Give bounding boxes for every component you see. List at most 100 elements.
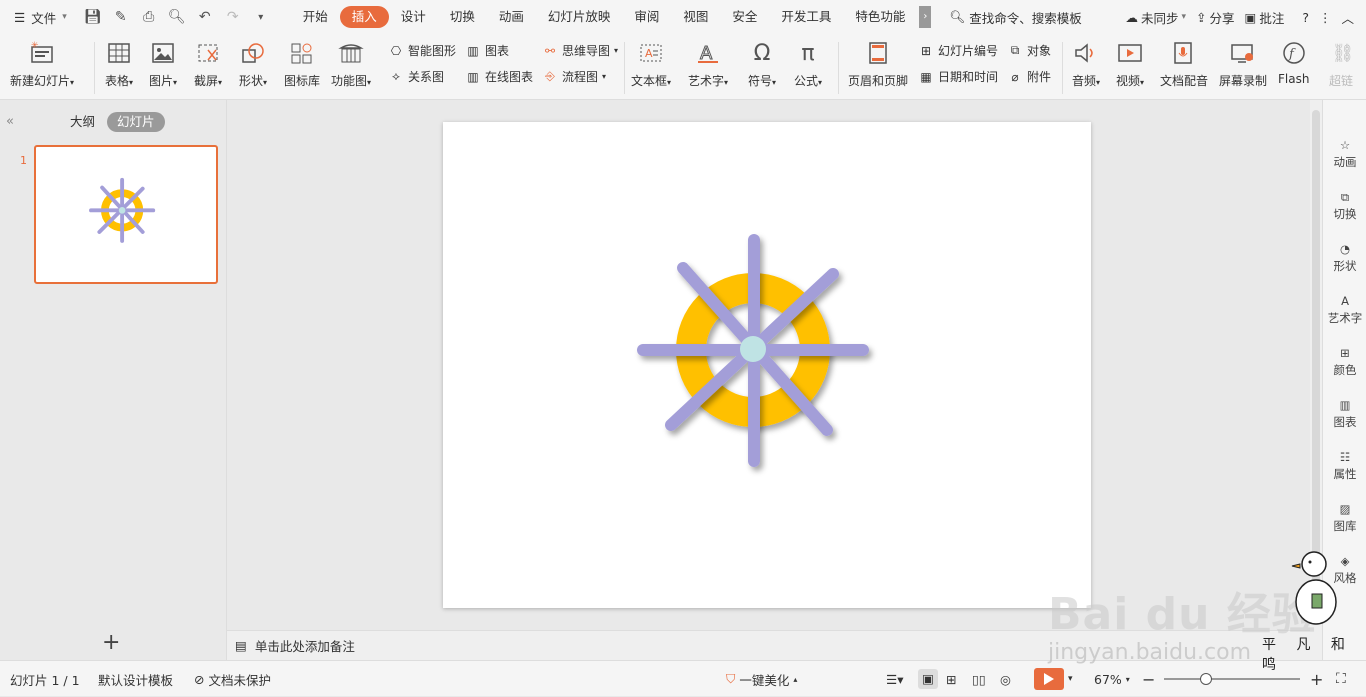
wheel-graphic[interactable] bbox=[443, 122, 1091, 608]
add-slide-button[interactable]: + bbox=[102, 630, 120, 655]
zoom-slider-thumb[interactable] bbox=[1200, 673, 1212, 685]
slide-number-button[interactable]: ⊞ 幻灯片编号 bbox=[918, 42, 998, 59]
scrollbar-thumb[interactable] bbox=[1312, 110, 1320, 624]
slide-number-icon: ⊞ bbox=[920, 43, 932, 58]
icon-library-button[interactable]: 图标库 bbox=[284, 38, 320, 89]
rp-animation-label: 动画 bbox=[1333, 155, 1357, 169]
slide-sorter-icon[interactable]: ⊞ bbox=[946, 661, 956, 697]
object-button[interactable]: ⧉ 对象 bbox=[1007, 42, 1051, 59]
mind-map-label: 思维导图 bbox=[562, 44, 611, 58]
attachment-button[interactable]: ⌀ 附件 bbox=[1007, 68, 1051, 85]
formula-button[interactable]: π 公式▾ bbox=[793, 38, 823, 89]
tab-outline[interactable]: 大纲 bbox=[60, 112, 105, 132]
notes-toggle-icon[interactable]: ☰▾ bbox=[886, 661, 903, 697]
tabs-scroll-right-icon[interactable]: › bbox=[919, 6, 932, 28]
hamburger-icon: ☰ bbox=[14, 9, 26, 25]
presenter-icon[interactable]: ◎ bbox=[1000, 661, 1011, 697]
screen-record-label: 屏幕录制 bbox=[1219, 74, 1268, 88]
reading-view-icon[interactable]: ▯▯ bbox=[972, 661, 986, 697]
date-time-label: 日期和时间 bbox=[938, 70, 999, 84]
tab-home[interactable]: 开始 bbox=[291, 6, 340, 28]
tab-review[interactable]: 审阅 bbox=[622, 6, 671, 28]
tab-insert[interactable]: 插入 bbox=[339, 6, 389, 28]
shape-button[interactable]: 形状▾ bbox=[238, 38, 268, 89]
doc-dubbing-button[interactable]: 文档配音 bbox=[1160, 38, 1208, 89]
share-button[interactable]: ⇪ 分享 bbox=[1196, 8, 1235, 27]
rp-transition[interactable]: ⧉ 切换 bbox=[1323, 188, 1366, 222]
screen-record-button[interactable]: 屏幕录制 bbox=[1219, 38, 1267, 89]
screenshot-button[interactable]: 截屏▾ bbox=[193, 38, 223, 89]
tab-developer[interactable]: 开发工具 bbox=[769, 6, 843, 28]
zoom-slider[interactable] bbox=[1164, 678, 1300, 680]
sync-status[interactable]: ☁ 未同步 ▾ bbox=[1125, 8, 1186, 27]
picture-button[interactable]: 图片▾ bbox=[148, 38, 178, 89]
tab-special[interactable]: 特色功能 bbox=[843, 6, 923, 28]
beautify-button[interactable]: ⛉ 一键美化 ▴ bbox=[726, 661, 797, 697]
print-preview-icon[interactable]: 🔍︎ bbox=[165, 5, 189, 29]
textbox-icon: A bbox=[636, 38, 666, 68]
slide-thumbnail[interactable] bbox=[34, 145, 218, 284]
flowchart-button[interactable]: ⎆ 流程图 ▾ bbox=[542, 68, 606, 85]
tab-slideshow[interactable]: 幻灯片放映 bbox=[536, 6, 623, 28]
protection-status[interactable]: ⊘ 文档未保护 bbox=[194, 661, 271, 697]
command-search[interactable]: 🔍︎ 查找命令、搜索模板 bbox=[949, 8, 1081, 27]
icon-library-label: 图标库 bbox=[284, 74, 321, 88]
customize-icon[interactable]: ▾ bbox=[249, 5, 273, 29]
video-button[interactable]: 视频▾ bbox=[1115, 38, 1145, 89]
function-chart-button[interactable]: 功能图▾ bbox=[331, 38, 371, 89]
share-icon: ⇪ bbox=[1196, 9, 1207, 25]
tab-view[interactable]: 视图 bbox=[671, 6, 720, 28]
header-footer-button[interactable]: 页眉和页脚 bbox=[848, 38, 908, 89]
file-menu[interactable]: ☰ 文件 ▾ bbox=[0, 0, 75, 34]
zoom-out-icon[interactable]: − bbox=[1142, 661, 1155, 697]
more-icon[interactable]: ⋮ bbox=[1319, 10, 1332, 25]
textbox-button[interactable]: A 文本框▾ bbox=[631, 38, 671, 89]
zoom-level[interactable]: 67% ▾ bbox=[1094, 661, 1130, 697]
symbol-button[interactable]: Ω 符号▾ bbox=[747, 38, 777, 89]
template-name[interactable]: 默认设计模板 bbox=[98, 661, 173, 697]
online-chart-button[interactable]: ▥ 在线图表 bbox=[465, 68, 533, 85]
tab-slides[interactable]: 幻灯片 bbox=[107, 112, 165, 132]
print-icon[interactable]: ⎙ bbox=[137, 5, 161, 29]
smart-shape-button[interactable]: ⎔ 智能图形 bbox=[388, 42, 456, 59]
rp-animation[interactable]: ☆ 动画 bbox=[1323, 136, 1366, 170]
flash-button[interactable]: f Flash bbox=[1278, 38, 1309, 86]
rp-properties[interactable]: ☷ 属性 bbox=[1323, 448, 1366, 482]
file-menu-label: 文件 bbox=[31, 10, 57, 26]
redo-icon[interactable]: ↷ bbox=[221, 5, 245, 29]
rp-shape[interactable]: ◔ 形状 bbox=[1323, 240, 1366, 274]
screenshot-icon bbox=[193, 38, 223, 68]
wordart-button[interactable]: A 艺术字▾ bbox=[688, 38, 728, 89]
wheel-hub[interactable] bbox=[740, 336, 766, 362]
new-slide-button[interactable]: ✳ 新建幻灯片▾ bbox=[10, 38, 74, 89]
hyperlink-button[interactable]: ⛓ 超链 bbox=[1328, 38, 1358, 89]
date-time-button[interactable]: ▦ 日期和时间 bbox=[918, 68, 998, 85]
slide-canvas[interactable] bbox=[443, 122, 1091, 608]
rp-color[interactable]: ⊞ 颜色 bbox=[1323, 344, 1366, 378]
comment-button[interactable]: ▣ 批注 bbox=[1245, 8, 1285, 27]
play-options-icon[interactable]: ▾ bbox=[1068, 661, 1073, 697]
tab-design[interactable]: 设计 bbox=[389, 6, 438, 28]
tab-transition[interactable]: 切换 bbox=[438, 6, 487, 28]
chart-button[interactable]: ▥ 图表 bbox=[465, 42, 509, 59]
smart-shape-label: 智能图形 bbox=[408, 44, 457, 58]
rp-wordart[interactable]: A 艺术字 bbox=[1323, 292, 1366, 326]
tab-animation[interactable]: 动画 bbox=[487, 6, 536, 28]
relation-chart-button[interactable]: ⟡ 关系图 bbox=[388, 68, 444, 85]
undo-icon[interactable]: ↶ bbox=[193, 5, 217, 29]
rp-gallery[interactable]: ▨ 图库 bbox=[1323, 500, 1366, 534]
play-slideshow-button[interactable] bbox=[1034, 668, 1064, 690]
icon-library-icon bbox=[287, 38, 317, 68]
rp-chart[interactable]: ▥ 图表 bbox=[1323, 396, 1366, 430]
collapse-panel-icon[interactable]: « bbox=[6, 114, 14, 129]
table-button[interactable]: 表格▾ bbox=[104, 38, 134, 89]
shape-label: 形状 bbox=[238, 74, 263, 88]
help-button[interactable]: ? bbox=[1302, 10, 1309, 25]
save-icon[interactable]: 💾︎ bbox=[81, 5, 105, 29]
audio-button[interactable]: 音频▾ bbox=[1071, 38, 1101, 89]
collapse-ribbon-icon[interactable]: ︿ bbox=[1341, 8, 1354, 27]
format-painter-icon[interactable]: ✎ bbox=[109, 5, 133, 29]
mind-map-button[interactable]: ⚯ 思维导图 ▾ bbox=[542, 42, 618, 59]
tab-security[interactable]: 安全 bbox=[720, 6, 769, 28]
normal-view-icon[interactable]: ▣ bbox=[918, 661, 938, 697]
